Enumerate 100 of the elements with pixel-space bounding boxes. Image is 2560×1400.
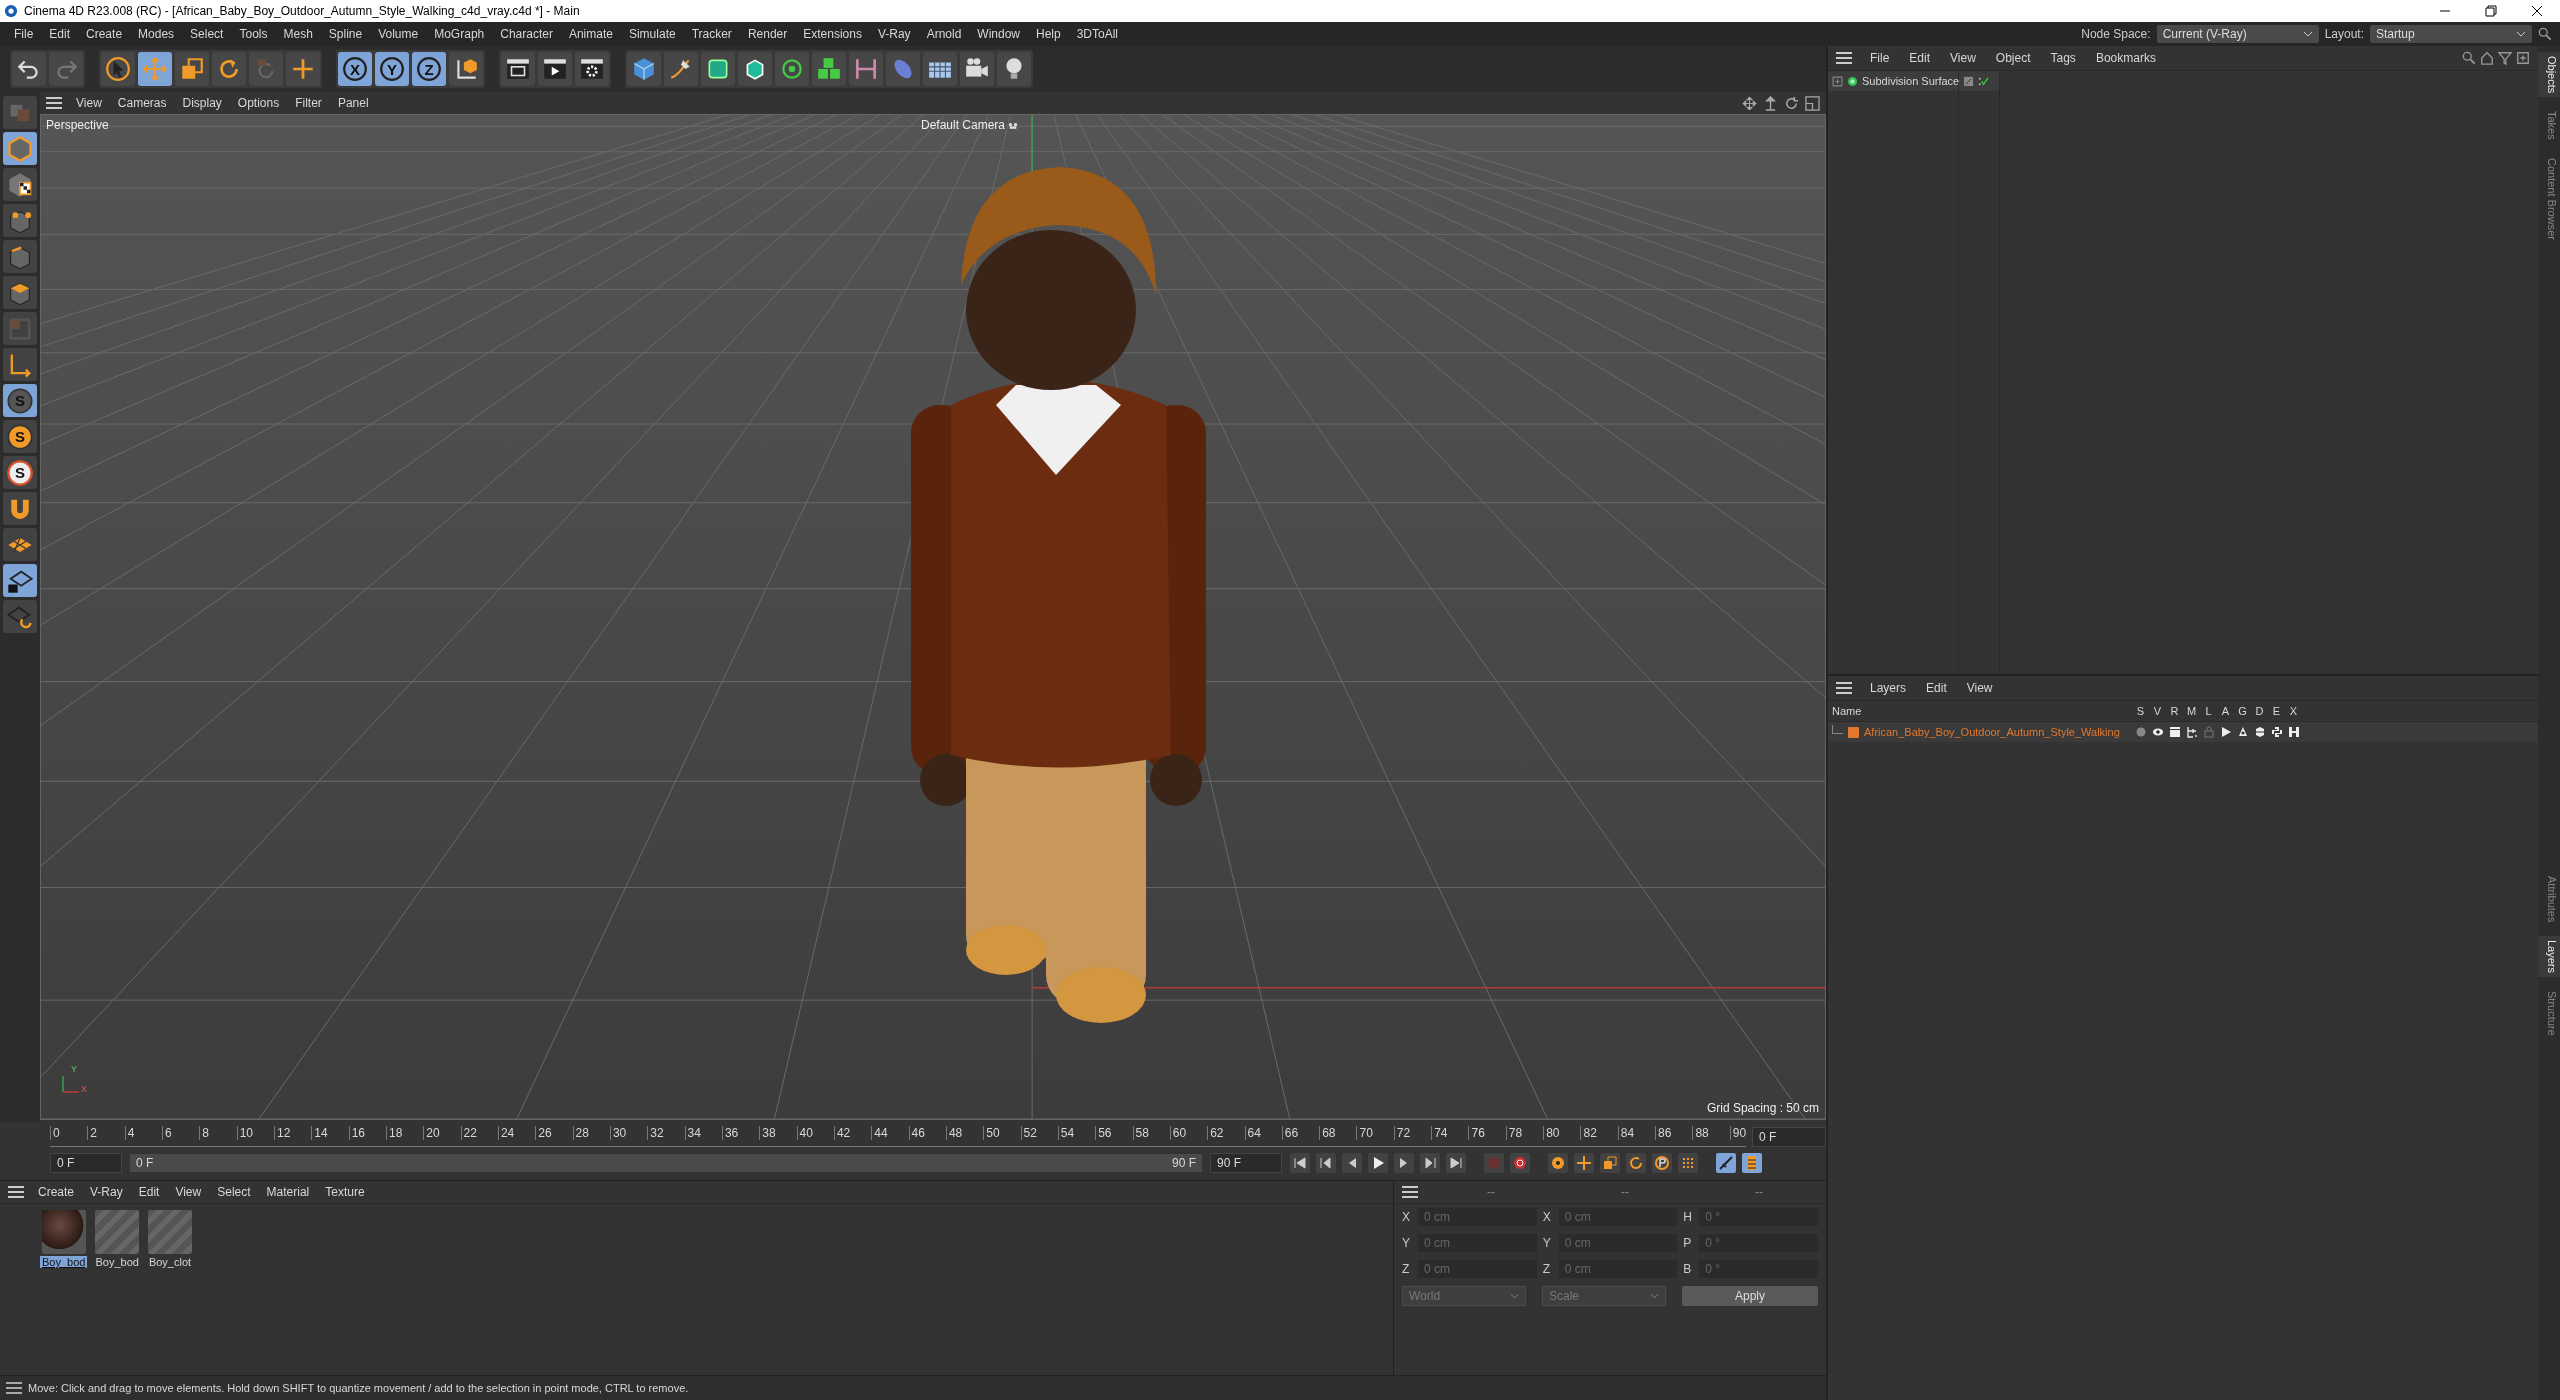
material-menu-item[interactable]: Create xyxy=(30,1185,83,1199)
end-frame-field[interactable]: 90 F xyxy=(1210,1153,1282,1173)
snap-mode-button[interactable]: S xyxy=(3,456,37,489)
orbit-icon[interactable] xyxy=(1784,95,1799,111)
workplane-button[interactable] xyxy=(3,528,37,561)
material-menu-item[interactable]: V-Ray xyxy=(82,1185,131,1199)
eye-icon[interactable] xyxy=(2151,726,2164,738)
axis-mode-button[interactable] xyxy=(3,348,37,381)
viewport-menu-item[interactable]: Cameras xyxy=(109,96,175,110)
cloner-button[interactable] xyxy=(775,52,809,86)
menu-item[interactable]: Window xyxy=(969,27,1028,41)
material-menu-item[interactable]: Edit xyxy=(130,1185,168,1199)
autokey-icon[interactable] xyxy=(1716,1153,1736,1173)
material-menu-item[interactable]: Select xyxy=(209,1185,259,1199)
menu-item[interactable]: Tracker xyxy=(683,27,740,41)
object-menu-item[interactable]: Tags xyxy=(2042,51,2084,65)
field-button[interactable] xyxy=(886,52,920,86)
timeline-ruler[interactable]: 0 2 4 6 8 10 12 14 16 18 20 22 24 26 28 30 32 34 36 38 40 42 44 46 48 50 52 54 56 58 60 62 64 66 68 70 72 74 76 78 80 82 84 86 88 90 xyxy=(50,1126,1746,1147)
coordinate-system-button[interactable] xyxy=(449,52,483,86)
apply-button[interactable]: Apply xyxy=(1682,1286,1818,1306)
object-menu-item[interactable]: View xyxy=(1942,51,1984,65)
object-menu-item[interactable]: Object xyxy=(1987,51,2039,65)
enabled-check-icon[interactable] xyxy=(1978,75,1989,87)
render-settings-button[interactable] xyxy=(575,52,609,86)
floor-button[interactable] xyxy=(923,52,957,86)
layer-menu-item[interactable]: Layers xyxy=(1862,681,1915,695)
menu-item[interactable]: Volume xyxy=(370,27,427,41)
start-frame-field[interactable]: 0 F xyxy=(50,1153,122,1173)
edges-mode-button[interactable] xyxy=(3,240,37,273)
menu-item[interactable]: Extensions xyxy=(795,27,870,41)
select-tool-button[interactable] xyxy=(101,52,135,86)
rotate-tool-button[interactable] xyxy=(212,52,246,86)
menu-icon[interactable] xyxy=(6,1382,22,1394)
edit-toggle-icon[interactable] xyxy=(1963,75,1974,87)
search-icon[interactable] xyxy=(2462,51,2476,65)
layer-menu-item[interactable]: View xyxy=(1958,681,2001,695)
menu-item[interactable]: Animate xyxy=(560,27,621,41)
menu-item[interactable]: Simulate xyxy=(620,27,684,41)
menu-icon[interactable] xyxy=(8,1186,24,1198)
panel-tab[interactable]: Objects xyxy=(2538,52,2560,98)
play-icon[interactable] xyxy=(1368,1153,1388,1173)
extrude-button[interactable] xyxy=(738,52,772,86)
deformer-button[interactable] xyxy=(849,52,883,86)
workplane-lock-button[interactable] xyxy=(3,564,37,597)
texture-mode-button[interactable] xyxy=(3,168,37,201)
object-menu-item[interactable]: Bookmarks xyxy=(2087,51,2164,65)
material-menu-item[interactable]: Material xyxy=(258,1185,318,1199)
array-button[interactable] xyxy=(812,52,846,86)
layer-menu-item[interactable]: Edit xyxy=(1918,681,1955,695)
axis-lock-button[interactable]: Y xyxy=(375,52,409,86)
go-to-start-icon[interactable] xyxy=(1290,1153,1310,1173)
expand-icon[interactable] xyxy=(1832,75,1843,87)
menu-item[interactable]: Modes xyxy=(130,27,183,41)
key-parameter-icon[interactable] xyxy=(1652,1153,1672,1173)
menu-icon[interactable] xyxy=(1836,52,1852,64)
current-frame-field[interactable]: 0 F xyxy=(1752,1126,1826,1147)
menu-item[interactable]: Spline xyxy=(320,27,371,41)
light-button[interactable] xyxy=(997,52,1031,86)
subdivision-button[interactable] xyxy=(701,52,735,86)
menu-item[interactable]: V-Ray xyxy=(869,27,919,41)
menu-item[interactable]: Arnold xyxy=(918,27,970,41)
timeline-icon[interactable] xyxy=(1742,1153,1762,1173)
material-name[interactable]: Boy_bod xyxy=(93,1256,141,1268)
menu-icon[interactable] xyxy=(1836,682,1852,694)
material-swatch[interactable] xyxy=(41,1210,86,1254)
render-button[interactable] xyxy=(538,52,572,86)
viewport-menu-item[interactable]: Filter xyxy=(287,96,330,110)
menu-item[interactable]: Select xyxy=(182,27,232,41)
hierarchy-icon[interactable] xyxy=(2185,726,2198,738)
scale-tool-button[interactable] xyxy=(175,52,209,86)
solo-dot-icon[interactable] xyxy=(2134,726,2147,738)
panel-tab[interactable]: Structure xyxy=(2538,987,2560,1040)
frame-range-slider[interactable]: 0 F 90 F xyxy=(130,1154,1202,1172)
material-name[interactable]: Boy_bod xyxy=(40,1256,88,1268)
previous-frame-icon[interactable] xyxy=(1342,1153,1362,1173)
3d-viewport[interactable]: Perspective Default Camera Y X Grid Spacing : 50 cm xyxy=(40,114,1826,1120)
menu-item[interactable]: 3DToAll xyxy=(1068,27,1127,41)
undo-button[interactable] xyxy=(12,52,46,86)
go-to-end-icon[interactable] xyxy=(1446,1153,1466,1173)
menu-item[interactable]: Help xyxy=(1028,27,1069,41)
axis-lock-button[interactable]: X xyxy=(338,52,372,86)
axis-lock-button[interactable]: Z xyxy=(412,52,446,86)
material-swatch[interactable] xyxy=(147,1210,192,1254)
layer-color-swatch[interactable] xyxy=(1848,726,1859,738)
menu-icon[interactable] xyxy=(1402,1186,1418,1198)
key-scale-icon[interactable] xyxy=(1600,1153,1620,1173)
snap-settings-button[interactable]: S xyxy=(3,420,37,453)
material-menu-item[interactable]: Texture xyxy=(317,1185,373,1199)
panel-tab[interactable]: Takes xyxy=(2538,107,2560,145)
material-swatch[interactable] xyxy=(95,1210,140,1254)
menu-item[interactable]: Mesh xyxy=(275,27,321,41)
viewport-menu-item[interactable]: Display xyxy=(174,96,230,110)
material-menu-item[interactable]: View xyxy=(167,1185,210,1199)
points-mode-button[interactable] xyxy=(3,204,37,237)
viewport-menu-item[interactable]: Panel xyxy=(329,96,377,110)
viewport-menu-item[interactable]: Options xyxy=(229,96,288,110)
key-move-icon[interactable] xyxy=(1574,1153,1594,1173)
maximize-icon[interactable] xyxy=(1805,95,1820,111)
polygons-mode-button[interactable] xyxy=(3,276,37,309)
key-position-icon[interactable] xyxy=(1548,1153,1568,1173)
